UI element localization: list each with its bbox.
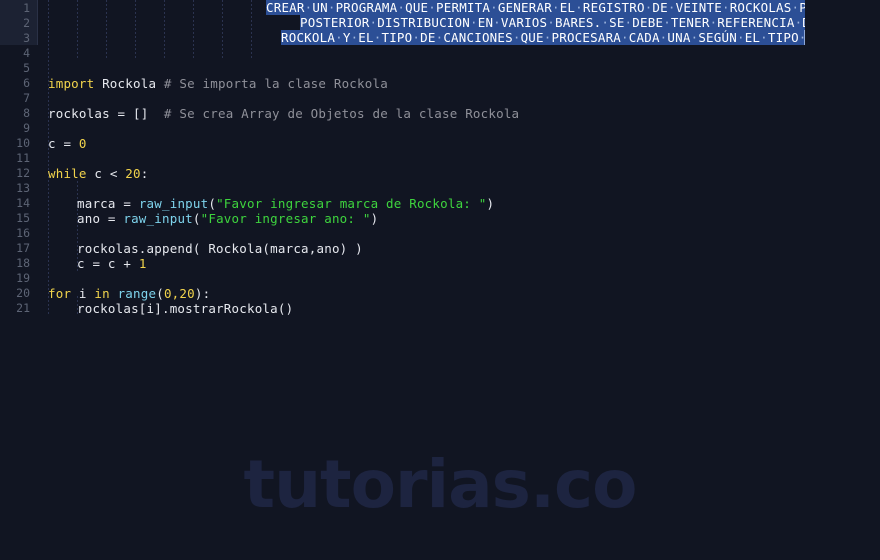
code-line-12[interactable]: while c < 20: — [48, 166, 148, 181]
space-dot: · — [397, 0, 406, 15]
token-plain: rockolas = [] — [48, 106, 164, 121]
space-dot: · — [335, 30, 343, 45]
token-keyword-while: while — [48, 166, 87, 181]
token-comment: # Se crea Array de Objetos de la clase R… — [163, 106, 520, 121]
space-dot: · — [373, 30, 382, 45]
token-plain: Rockola — [94, 76, 164, 91]
space-dot: · — [659, 30, 668, 45]
token-paren-open: ( — [208, 196, 217, 211]
token-plain: c < — [86, 166, 126, 181]
code-line-10[interactable]: c = 0 — [48, 136, 87, 151]
space-dot: · — [412, 30, 421, 45]
token-keyword-for: for — [48, 286, 72, 301]
token-plain: rockolas.append( Rockola(marca,ano) ) — [77, 241, 363, 256]
token-paren-open: ( — [156, 286, 164, 301]
code-line-14[interactable]: marca = raw_input("Favor ingresar marca … — [77, 196, 494, 211]
space-dot: · — [551, 0, 560, 15]
space-dot: · — [428, 0, 437, 15]
space-dot: · — [469, 15, 478, 30]
token-paren-open: ( — [192, 211, 201, 226]
token-comment: # Se importa la clase Rockola — [163, 76, 388, 91]
code-line-8[interactable]: rockolas = [] # Se crea Array de Objetos… — [48, 106, 519, 121]
code-line-6[interactable]: import Rockola # Se importa la clase Roc… — [48, 76, 388, 91]
space-dot: · — [350, 30, 359, 45]
code-editor[interactable]: tutorias.co 1 2 3 4 5 6 7 8 9 10 11 12 13 14 15 16 17 18 1… — [0, 0, 880, 560]
token-paren-close: ): — [194, 286, 211, 301]
token-string: "Favor ingresar ano: " — [200, 211, 371, 226]
space-dot: · — [493, 15, 501, 30]
token-colon: : — [140, 166, 149, 181]
code-line-18[interactable]: c = c + 1 — [77, 256, 147, 271]
token-number: 0 — [78, 136, 87, 151]
token-plain: ano = — [77, 211, 124, 226]
space-dot: · — [369, 15, 378, 30]
token-paren-close: ) — [370, 211, 379, 226]
selected-line-1[interactable]: CREAR·UN·PROGRAMA·QUE·PERMITA·GENERAR·EL… — [266, 0, 805, 15]
selected-line-3[interactable]: ROCKOLA·Y·EL·TIPO·DE·CANCIONES·QUE·PROCE… — [281, 30, 805, 45]
selected-line-2[interactable]: POSTERIOR·DISTRIBUCION·EN·VARIOS·BARES.·… — [300, 15, 805, 30]
token-plain: rockolas[i].mostrarRockola() — [77, 301, 294, 316]
code-content-area[interactable]: CREAR·UN·PROGRAMA·QUE·PERMITA·GENERAR·EL… — [0, 0, 880, 560]
code-line-21[interactable]: rockolas[i].mostrarRockola() — [77, 301, 293, 316]
token-plain: marca = — [77, 196, 139, 211]
space-dot: · — [435, 30, 444, 45]
code-line-20[interactable]: for i in range(0,20): — [48, 286, 210, 301]
space-dot: · — [304, 0, 313, 15]
code-line-15[interactable]: ano = raw_input("Favor ingresar ano: ") — [77, 211, 378, 226]
token-function-range: range — [117, 286, 157, 301]
space-dot: · — [663, 15, 671, 30]
token-plain: c = c + — [77, 256, 139, 271]
space-dot: · — [736, 30, 745, 45]
token-number: 1 — [138, 256, 147, 271]
token-number: 20 — [125, 166, 141, 181]
space-dot: · — [512, 30, 521, 45]
space-dot: · — [760, 30, 768, 45]
space-dot: · — [690, 30, 699, 45]
space-dot: · — [327, 0, 336, 15]
space-dot: · — [709, 15, 718, 30]
token-number: 0,20 — [163, 286, 195, 301]
space-dot: · — [644, 0, 653, 15]
space-dot: · — [490, 0, 498, 15]
space-dot: · — [721, 0, 730, 15]
space-dot: · — [667, 0, 676, 15]
space-dot: · — [791, 0, 800, 15]
token-function-raw-input: raw_input — [138, 196, 209, 211]
selected-text-block[interactable]: CREAR·UN·PROGRAMA·QUE·PERMITA·GENERAR·EL… — [0, 0, 805, 46]
token-plain: i — [71, 286, 95, 301]
text-caret — [804, 30, 805, 45]
token-keyword-import: import — [48, 76, 95, 91]
space-dot: · — [624, 15, 633, 30]
space-dot: · — [543, 30, 552, 45]
space-dot: · — [601, 15, 610, 30]
space-dot: · — [575, 0, 583, 15]
space-dot: · — [621, 30, 629, 45]
token-function-raw-input: raw_input — [123, 211, 193, 226]
token-string: "Favor ingresar marca de Rockola: " — [216, 196, 487, 211]
token-keyword-in: in — [94, 286, 110, 301]
space-dot: · — [794, 15, 803, 30]
space-dot: · — [547, 15, 555, 30]
code-line-17[interactable]: rockolas.append( Rockola(marca,ano) ) — [77, 241, 363, 256]
token-paren-close: ) — [486, 196, 495, 211]
token-plain: c = — [48, 136, 79, 151]
